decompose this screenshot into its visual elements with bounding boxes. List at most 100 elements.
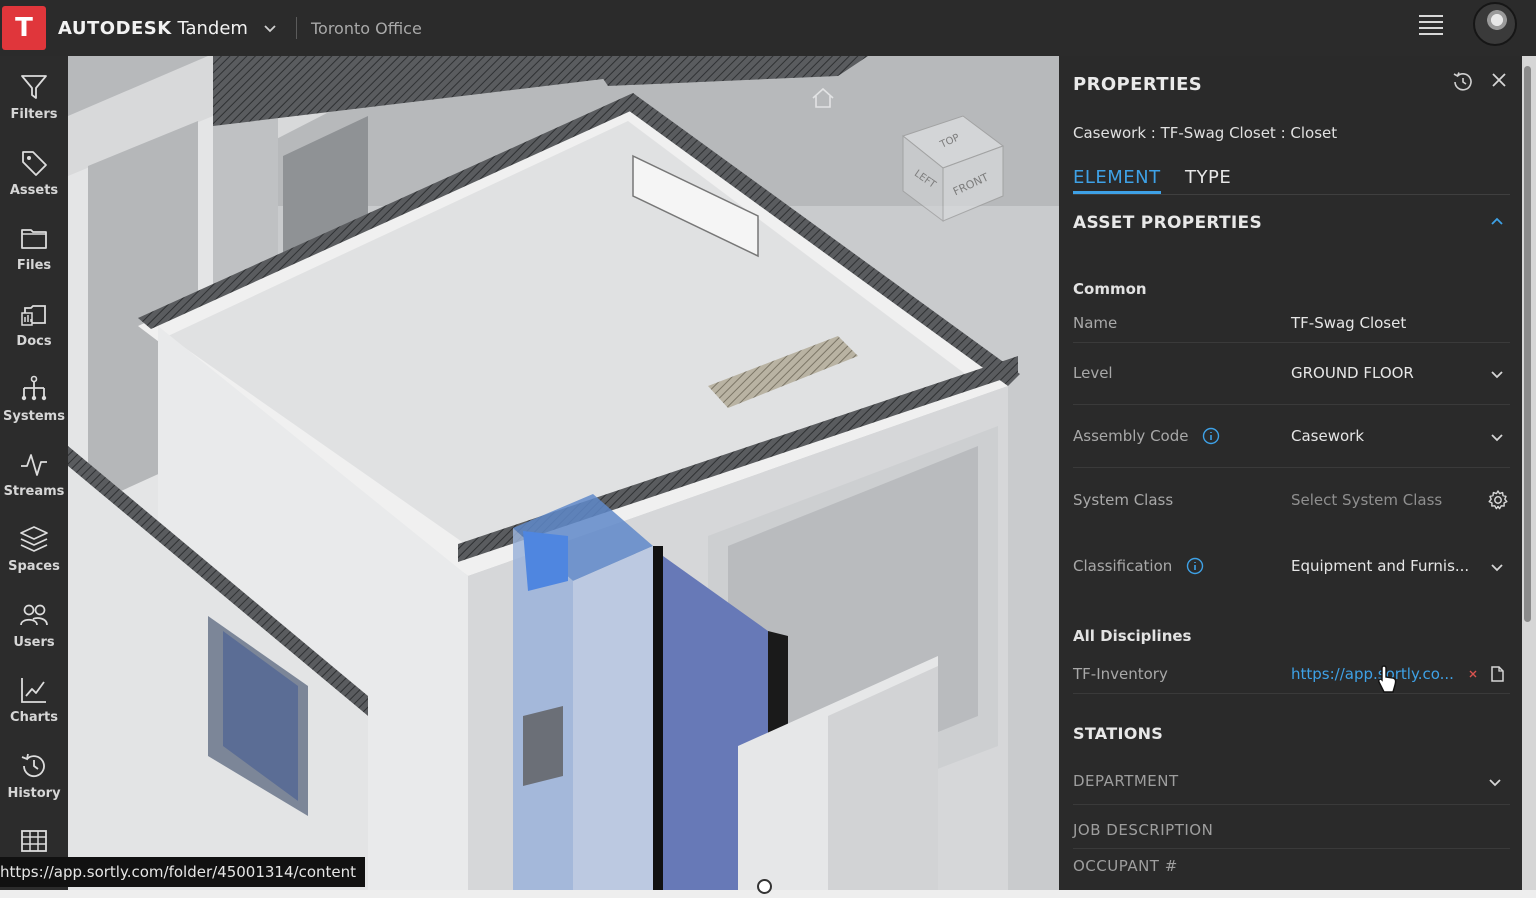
property-value-name[interactable]: TF-Swag Closet (1291, 314, 1406, 332)
sidebar-item-label: Assets (9, 183, 59, 198)
sidebar-item-label: Filters (10, 107, 58, 122)
resize-handle[interactable] (757, 879, 772, 894)
chart-icon (21, 678, 46, 703)
property-label: Assembly Code (1073, 427, 1220, 445)
sidebar-item-assets[interactable]: Assets (0, 132, 68, 204)
sidebar-item-users[interactable]: Users (0, 584, 68, 656)
chevron-up-icon[interactable] (1489, 214, 1505, 230)
chevron-down-icon[interactable] (1487, 774, 1503, 790)
tandem-logo[interactable]: T (2, 6, 46, 50)
top-bar: T AUTODESK Tandem Toronto Office (0, 0, 1536, 56)
brand-title: AUTODESK Tandem (58, 18, 248, 39)
system-class-select[interactable]: Select System Class (1291, 491, 1442, 509)
property-row-assembly-code[interactable]: Assembly Code Casework (1073, 427, 1510, 471)
section-stations[interactable]: STATIONS (1073, 724, 1163, 743)
building-model-render (68, 56, 1059, 890)
link-status-tooltip: https://app.sortly.com/folder/45001314/c… (0, 857, 366, 887)
field-department[interactable]: DEPARTMENT (1073, 772, 1179, 790)
sidebar-item-files[interactable]: Files (0, 207, 68, 279)
chevron-down-icon[interactable] (1489, 366, 1505, 382)
tf-inventory-link[interactable]: https://app.sortly.co... (1291, 665, 1454, 683)
clear-icon[interactable] (1467, 668, 1479, 680)
property-row-system-class[interactable]: System Class Select System Class (1073, 489, 1510, 535)
history-icon[interactable] (1451, 70, 1475, 94)
tab-type[interactable]: TYPE (1185, 167, 1231, 188)
row-divider (1073, 693, 1510, 694)
user-avatar[interactable] (1473, 2, 1517, 46)
table-icon (21, 830, 47, 852)
copy-icon[interactable] (1489, 665, 1505, 683)
row-divider (1073, 804, 1510, 805)
property-label: TF-Inventory (1073, 665, 1168, 683)
property-row-classification[interactable]: Classification Equipment and Furnis... (1073, 557, 1510, 601)
property-value-level[interactable]: GROUND FLOOR (1291, 364, 1414, 382)
classification-label: Classification (1073, 557, 1173, 575)
group-all-disciplines: All Disciplines (1073, 627, 1192, 645)
project-name[interactable]: Toronto Office (311, 19, 422, 38)
hand-cursor-icon (1378, 665, 1397, 693)
sidebar-item-label: Spaces (8, 559, 60, 574)
chevron-down-icon[interactable] (1489, 429, 1505, 445)
row-divider (1073, 404, 1510, 405)
hierarchy-icon (21, 375, 47, 401)
property-value-assembly-code[interactable]: Casework (1291, 427, 1364, 445)
layers-icon (20, 526, 48, 552)
row-divider (1073, 467, 1510, 468)
chevron-down-icon[interactable] (1489, 559, 1505, 575)
assembly-code-label: Assembly Code (1073, 427, 1189, 445)
field-occupant-number[interactable]: OCCUPANT # (1073, 857, 1178, 875)
info-icon[interactable] (1186, 557, 1204, 575)
property-label: Level (1073, 364, 1113, 382)
property-label: System Class (1073, 491, 1174, 509)
folder-icon (21, 229, 47, 249)
sidebar-item-label: Streams (3, 484, 65, 499)
section-asset-properties[interactable]: ASSET PROPERTIES (1073, 213, 1262, 233)
sidebar-item-spaces[interactable]: Spaces (0, 508, 68, 580)
property-row-level[interactable]: Level GROUND FLOOR (1073, 364, 1510, 408)
sidebar-item-label: Files (16, 258, 52, 273)
sidebar-item-streams[interactable]: Streams (0, 433, 68, 505)
left-sidebar: Filters Assets Files Docs Systems Stream… (0, 56, 68, 890)
property-row-name: Name TF-Swag Closet (1073, 314, 1510, 344)
model-viewport[interactable]: TOP LEFT FRONT (68, 56, 1059, 890)
info-icon[interactable] (1202, 427, 1220, 445)
sidebar-item-charts[interactable]: Charts (0, 659, 68, 731)
property-label: Classification (1073, 557, 1204, 575)
property-label: Name (1073, 314, 1118, 332)
property-value-classification[interactable]: Equipment and Furnis... (1291, 557, 1469, 575)
close-icon[interactable] (1489, 70, 1509, 90)
row-divider (1073, 342, 1510, 343)
sidebar-item-history[interactable]: History (0, 735, 68, 807)
brand-autodesk: AUTODESK (58, 17, 172, 39)
sidebar-item-label: Systems (3, 409, 65, 424)
properties-panel: PROPERTIES Casework : TF-Swag Closet : C… (1059, 56, 1522, 890)
row-divider (1073, 848, 1510, 849)
sidebar-item-label: History (7, 786, 61, 801)
sidebar-item-label: Charts (10, 710, 58, 725)
group-common: Common (1073, 280, 1147, 298)
panel-title: PROPERTIES (1073, 74, 1203, 95)
home-view-icon[interactable] (810, 86, 836, 110)
sidebar-item-filters[interactable]: Filters (0, 56, 68, 128)
users-icon (20, 604, 48, 626)
sidebar-item-docs[interactable]: Docs (0, 283, 68, 355)
tag-icon (22, 151, 47, 176)
field-job-description[interactable]: JOB DESCRIPTION (1073, 821, 1213, 839)
filter-icon (21, 75, 47, 99)
sidebar-item-label: Docs (16, 334, 52, 349)
sidebar-item-systems[interactable]: Systems (0, 358, 68, 430)
header-divider (295, 17, 297, 39)
element-path: Casework : TF-Swag Closet : Closet (1073, 124, 1338, 142)
docs-icon (21, 305, 46, 326)
panel-scroll-thumb[interactable] (1524, 66, 1531, 622)
gear-icon[interactable] (1487, 489, 1509, 511)
history-icon (21, 753, 45, 778)
tab-divider (1073, 194, 1510, 195)
tab-element[interactable]: ELEMENT (1073, 167, 1161, 194)
property-row-tf-inventory[interactable]: TF-Inventory https://app.sortly.co... (1073, 665, 1510, 695)
pulse-icon (21, 454, 47, 476)
sidebar-item-label: Users (13, 635, 55, 650)
hamburger-menu-icon[interactable] (1418, 12, 1444, 36)
chevron-down-icon[interactable] (262, 20, 278, 36)
brand-product: Tandem (177, 17, 248, 39)
